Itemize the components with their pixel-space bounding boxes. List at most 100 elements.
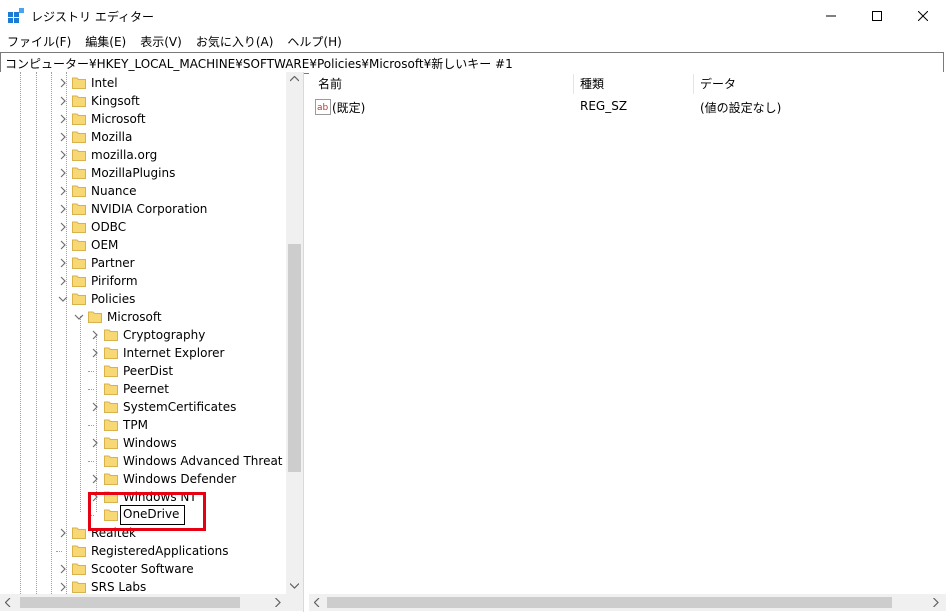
folder-icon <box>104 401 118 413</box>
chevron-down-icon[interactable] <box>58 294 68 304</box>
chevron-right-icon[interactable] <box>58 132 68 142</box>
folder-icon <box>72 293 86 305</box>
chevron-right-icon[interactable] <box>58 186 68 196</box>
chevron-right-icon[interactable] <box>58 78 68 88</box>
chevron-right-icon[interactable] <box>90 438 100 448</box>
tree-hscroll-thumb[interactable] <box>20 597 240 608</box>
scroll-right-icon[interactable] <box>933 598 939 607</box>
column-divider[interactable] <box>573 74 574 94</box>
tree-horizontal-scrollbar[interactable] <box>0 594 303 611</box>
tree-item[interactable]: Internet Explorer <box>0 344 286 362</box>
chevron-right-icon[interactable] <box>58 114 68 124</box>
tree-item[interactable]: Scooter Software <box>0 560 286 578</box>
tree-item[interactable]: TPM <box>0 416 286 434</box>
tree-item-label: OEM <box>91 238 119 252</box>
chevron-right-icon[interactable] <box>58 258 68 268</box>
chevron-right-icon[interactable] <box>90 348 100 358</box>
tree-item-label: Windows Advanced Threat Pro <box>123 454 304 468</box>
tree-item[interactable]: Kingsoft <box>0 92 286 110</box>
folder-icon <box>72 221 86 233</box>
title-bar: レジストリ エディター <box>0 0 946 32</box>
scroll-left-icon[interactable] <box>5 598 11 607</box>
tree-item[interactable]: Partner <box>0 254 286 272</box>
chevron-right-icon[interactable] <box>90 474 100 484</box>
tree-item[interactable]: ODBC <box>0 218 286 236</box>
tree-item-label: PeerDist <box>123 364 174 378</box>
chevron-right-icon[interactable] <box>58 276 68 286</box>
chevron-down-icon[interactable] <box>74 312 84 322</box>
column-divider[interactable] <box>693 74 694 94</box>
tree-item[interactable]: Windows Advanced Threat Pro <box>0 452 303 470</box>
chevron-right-icon[interactable] <box>58 240 68 250</box>
tree-item-label: Nuance <box>91 184 137 198</box>
tree-item[interactable]: Piriform <box>0 272 286 290</box>
chevron-right-icon[interactable] <box>58 222 68 232</box>
tree-item-label: NVIDIA Corporation <box>91 202 208 216</box>
scroll-down-icon[interactable] <box>290 583 299 589</box>
folder-icon <box>72 527 86 539</box>
close-button[interactable] <box>900 0 946 32</box>
tree-item[interactable]: Nuance <box>0 182 286 200</box>
chevron-right-icon[interactable] <box>58 564 68 574</box>
tree-item[interactable]: Windows Defender <box>0 470 286 488</box>
scroll-right-icon[interactable] <box>275 598 281 607</box>
rename-key-input[interactable]: OneDrive <box>120 505 185 525</box>
tree-vertical-scrollbar[interactable] <box>286 72 303 594</box>
tree-item[interactable]: Windows <box>0 434 286 452</box>
tree-item[interactable]: Mozilla <box>0 128 286 146</box>
values-list[interactable]: 名前 種類 データ ab (既定) REG_SZ (値の設定なし) <box>309 72 946 612</box>
tree-item-label: TPM <box>123 418 148 432</box>
minimize-button[interactable] <box>808 0 854 32</box>
chevron-right-icon[interactable] <box>58 582 68 592</box>
tree-item[interactable]: OEM <box>0 236 286 254</box>
menu-file[interactable]: ファイル(F) <box>0 32 78 52</box>
tree-item[interactable]: Cryptography <box>0 326 286 344</box>
tree-item-label: Policies <box>91 292 136 306</box>
menu-view[interactable]: 表示(V) <box>133 32 189 52</box>
folder-icon <box>104 329 118 341</box>
column-name-header[interactable]: 名前 <box>318 72 342 96</box>
tree-item[interactable]: NVIDIA Corporation <box>0 200 286 218</box>
folder-icon <box>72 77 86 89</box>
scroll-up-icon[interactable] <box>290 76 299 82</box>
tree-item-label: Intel <box>91 76 118 90</box>
address-bar[interactable]: コンピューター¥HKEY_LOCAL_MACHINE¥SOFTWARE¥Poli… <box>0 52 944 74</box>
chevron-right-icon[interactable] <box>90 402 100 412</box>
menu-favorites[interactable]: お気に入り(A) <box>189 32 281 52</box>
chevron-right-icon[interactable] <box>58 96 68 106</box>
chevron-right-icon[interactable] <box>58 528 68 538</box>
tree-item-label: Microsoft <box>91 112 146 126</box>
values-horizontal-scrollbar[interactable] <box>309 594 946 611</box>
maximize-button[interactable] <box>854 0 900 32</box>
menu-help[interactable]: ヘルプ(H) <box>280 32 348 52</box>
folder-icon <box>72 239 86 251</box>
key-tree[interactable]: Intel Kingsoft Microsoft Mozilla mozilla.org… <box>0 72 304 612</box>
menu-edit[interactable]: 編集(E) <box>78 32 133 52</box>
scroll-left-icon[interactable] <box>314 598 320 607</box>
address-path: コンピューター¥HKEY_LOCAL_MACHINE¥SOFTWARE¥Poli… <box>5 57 513 71</box>
tree-item[interactable]: Policies <box>0 290 286 308</box>
column-type-header[interactable]: 種類 <box>580 72 604 96</box>
folder-icon <box>104 437 118 449</box>
tree-item[interactable]: MozillaPlugins <box>0 164 286 182</box>
tree-item-label: RegisteredApplications <box>91 544 229 558</box>
tree-item[interactable]: PeerDist <box>0 362 286 380</box>
tree-guide-line <box>88 425 94 426</box>
tree-scroll-thumb[interactable] <box>288 244 301 472</box>
tree-item[interactable]: Peernet <box>0 380 286 398</box>
tree-item[interactable]: Microsoft <box>0 110 286 128</box>
tree-item[interactable]: SystemCertificates <box>0 398 286 416</box>
tree-item[interactable]: Intel <box>0 74 286 92</box>
tree-item[interactable]: Microsoft <box>0 308 286 326</box>
folder-icon <box>72 185 86 197</box>
chevron-right-icon[interactable] <box>58 204 68 214</box>
minimize-icon <box>826 15 836 17</box>
chevron-right-icon[interactable] <box>90 330 100 340</box>
column-data-header[interactable]: データ <box>700 72 736 96</box>
tree-item[interactable]: RegisteredApplications <box>0 542 286 560</box>
tree-item[interactable]: mozilla.org <box>0 146 286 164</box>
chevron-right-icon[interactable] <box>58 150 68 160</box>
chevron-right-icon[interactable] <box>58 168 68 178</box>
tree-item-label: mozilla.org <box>91 148 158 162</box>
values-hscroll-thumb[interactable] <box>327 597 892 608</box>
